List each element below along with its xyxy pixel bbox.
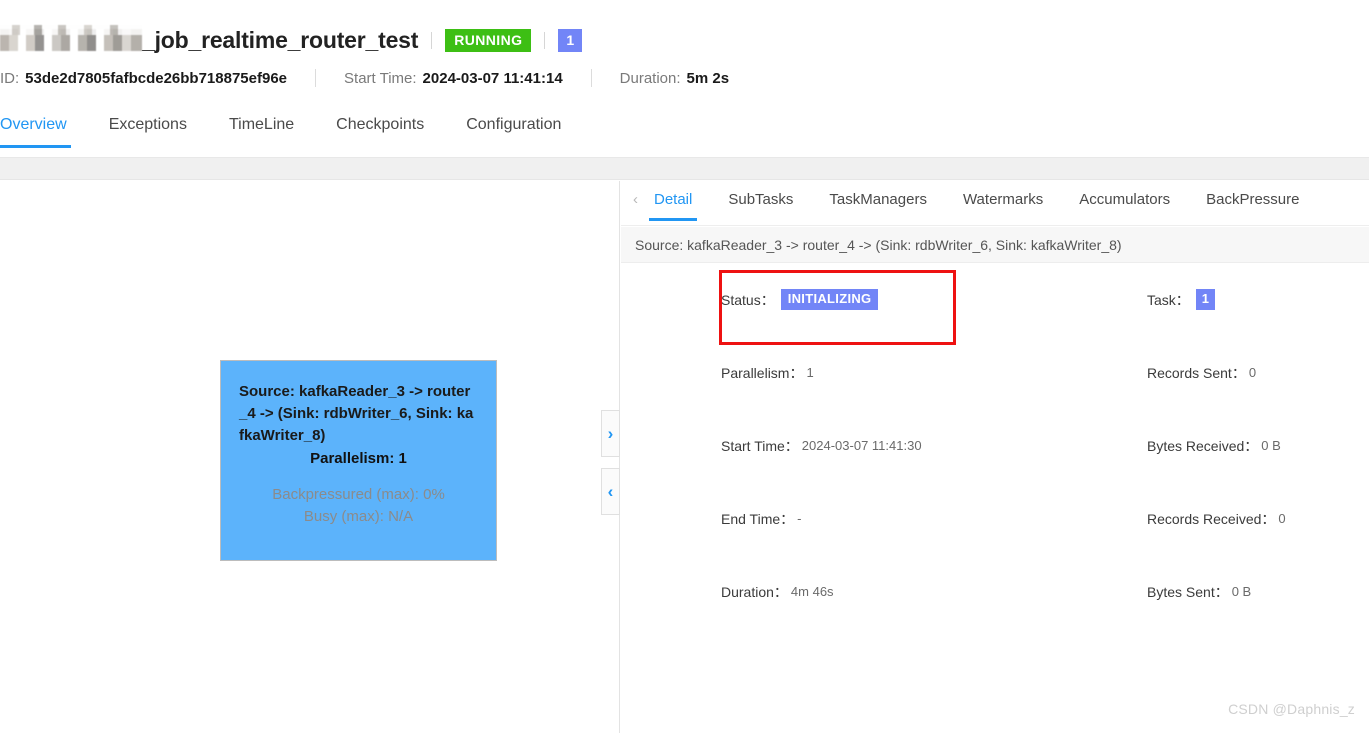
- tab-configuration[interactable]: Configuration: [466, 108, 561, 148]
- detail-duration-value: 4m 46s: [790, 584, 834, 599]
- records-received-label: Records Received: [1147, 509, 1275, 529]
- job-header: _job_realtime_router_test RUNNING 1 ID: …: [0, 0, 1369, 158]
- tab-backpressure[interactable]: BackPressure: [1206, 181, 1299, 221]
- graph-node-busy: Busy (max): N/A: [303, 508, 414, 525]
- detail-row-parallelism: Parallelism 1 Records Sent 0: [621, 336, 1369, 409]
- graph-node-name: Source: kafkaReader_3 -> router_4 -> (Si…: [239, 383, 474, 444]
- detail-cell-bytes-sent: Bytes Sent 0 B: [995, 582, 1369, 602]
- main-tab-bar: Overview Exceptions TimeLine Checkpoints…: [0, 108, 603, 157]
- expand-panel-handle[interactable]: ›: [601, 410, 620, 457]
- start-time-value: 2024-03-07 11:41:14: [422, 69, 563, 87]
- tab-watermarks[interactable]: Watermarks: [963, 181, 1043, 221]
- meta-separator-1: [315, 69, 317, 87]
- tab-timeline[interactable]: TimeLine: [229, 108, 294, 148]
- parallelism-label: Parallelism: [721, 363, 803, 383]
- detail-start-time-value: 2024-03-07 11:41:30: [801, 438, 922, 453]
- status-value-badge: INITIALIZING: [780, 289, 879, 310]
- detail-row-status: Status INITIALIZING Task 1: [621, 263, 1369, 336]
- title-separator: [431, 31, 433, 49]
- detail-row-duration: Duration 4m 46s Bytes Sent 0 B: [621, 555, 1369, 628]
- status-badge: RUNNING: [445, 28, 532, 52]
- page-title: _job_realtime_router_test: [142, 27, 419, 53]
- parallelism-value: 1: [806, 365, 814, 380]
- detail-cell-end-time: End Time -: [621, 509, 995, 529]
- detail-cell-records-sent: Records Sent 0: [995, 363, 1369, 383]
- records-received-value: 0: [1278, 511, 1286, 526]
- records-sent-label: Records Sent: [1147, 363, 1246, 383]
- detail-cell-status: Status INITIALIZING: [621, 289, 995, 310]
- detail-start-time-label: Start Time: [721, 436, 799, 456]
- operator-breadcrumb: Source: kafkaReader_3 -> router_4 -> (Si…: [621, 227, 1369, 263]
- status-label: Status: [721, 290, 775, 310]
- job-graph-panel: Source: kafkaReader_3 -> router_4 -> (Si…: [0, 181, 620, 733]
- graph-node-backpressure: Backpressured (max): 0%: [272, 486, 445, 503]
- graph-node-operator[interactable]: Source: kafkaReader_3 -> router_4 -> (Si…: [220, 360, 497, 561]
- watermark-text: CSDN @Daphnis_z: [1228, 701, 1355, 717]
- detail-row-start-time: Start Time 2024-03-07 11:41:30 Bytes Rec…: [621, 409, 1369, 482]
- meta-separator-2: [590, 69, 592, 87]
- detail-duration-label: Duration: [721, 582, 788, 602]
- records-sent-value: 0: [1248, 365, 1257, 380]
- detail-cell-bytes-received: Bytes Received 0 B: [995, 436, 1369, 456]
- job-meta-row: ID: 53de2d7805fafbcde26bb718875ef96e Sta…: [0, 66, 729, 90]
- duration-label: Duration:: [619, 69, 681, 87]
- detail-cell-records-received: Records Received 0: [995, 509, 1369, 529]
- bytes-sent-value: 0 B: [1231, 584, 1252, 599]
- title-separator-2: [544, 31, 546, 49]
- redacted-job-prefix: [0, 25, 142, 51]
- end-time-value: -: [797, 511, 802, 526]
- duration-value: 5m 2s: [686, 69, 730, 87]
- graph-node-parallelism: Parallelism: 1: [310, 450, 407, 467]
- detail-grid: Status INITIALIZING Task 1 Parallelism 1…: [621, 263, 1369, 628]
- tab-subtasks[interactable]: SubTasks: [728, 181, 793, 221]
- chevron-right-icon: ›: [607, 424, 614, 443]
- detail-cell-parallelism: Parallelism 1: [621, 363, 995, 383]
- job-id-value: 53de2d7805fafbcde26bb718875ef96e: [25, 69, 288, 87]
- collapse-panel-handle[interactable]: ‹: [601, 468, 620, 515]
- task-value-badge: 1: [1195, 289, 1216, 310]
- operator-breadcrumb-text: Source: kafkaReader_3 -> router_4 -> (Si…: [635, 236, 1122, 253]
- detail-cell-task: Task 1: [995, 289, 1369, 310]
- task-count-badge: 1: [558, 28, 583, 52]
- detail-cell-duration: Duration 4m 46s: [621, 582, 995, 602]
- task-label: Task: [1147, 290, 1190, 310]
- end-time-label: End Time: [721, 509, 794, 529]
- tab-scroll-left-icon[interactable]: ‹: [633, 181, 638, 208]
- bytes-received-value: 0 B: [1261, 438, 1281, 453]
- tab-accumulators[interactable]: Accumulators: [1079, 181, 1170, 221]
- tab-checkpoints[interactable]: Checkpoints: [336, 108, 424, 148]
- detail-cell-start-time: Start Time 2024-03-07 11:41:30: [621, 436, 995, 456]
- start-time-label: Start Time:: [344, 69, 417, 87]
- tab-exceptions[interactable]: Exceptions: [109, 108, 187, 148]
- tab-detail[interactable]: Detail: [648, 181, 698, 221]
- operator-detail-panel: ‹ Detail SubTasks TaskManagers Watermark…: [621, 181, 1369, 733]
- detail-tab-bar: ‹ Detail SubTasks TaskManagers Watermark…: [621, 181, 1369, 226]
- tab-taskmanagers[interactable]: TaskManagers: [829, 181, 927, 221]
- tab-overview[interactable]: Overview: [0, 108, 71, 148]
- job-id-label: ID:: [0, 69, 20, 87]
- section-divider-band: [0, 158, 1369, 180]
- chevron-left-icon: ‹: [607, 482, 614, 501]
- detail-row-end-time: End Time - Records Received 0: [621, 482, 1369, 555]
- job-title-row: _job_realtime_router_test RUNNING 1: [0, 22, 583, 58]
- bytes-sent-label: Bytes Sent: [1147, 582, 1229, 602]
- bytes-received-label: Bytes Received: [1147, 436, 1258, 456]
